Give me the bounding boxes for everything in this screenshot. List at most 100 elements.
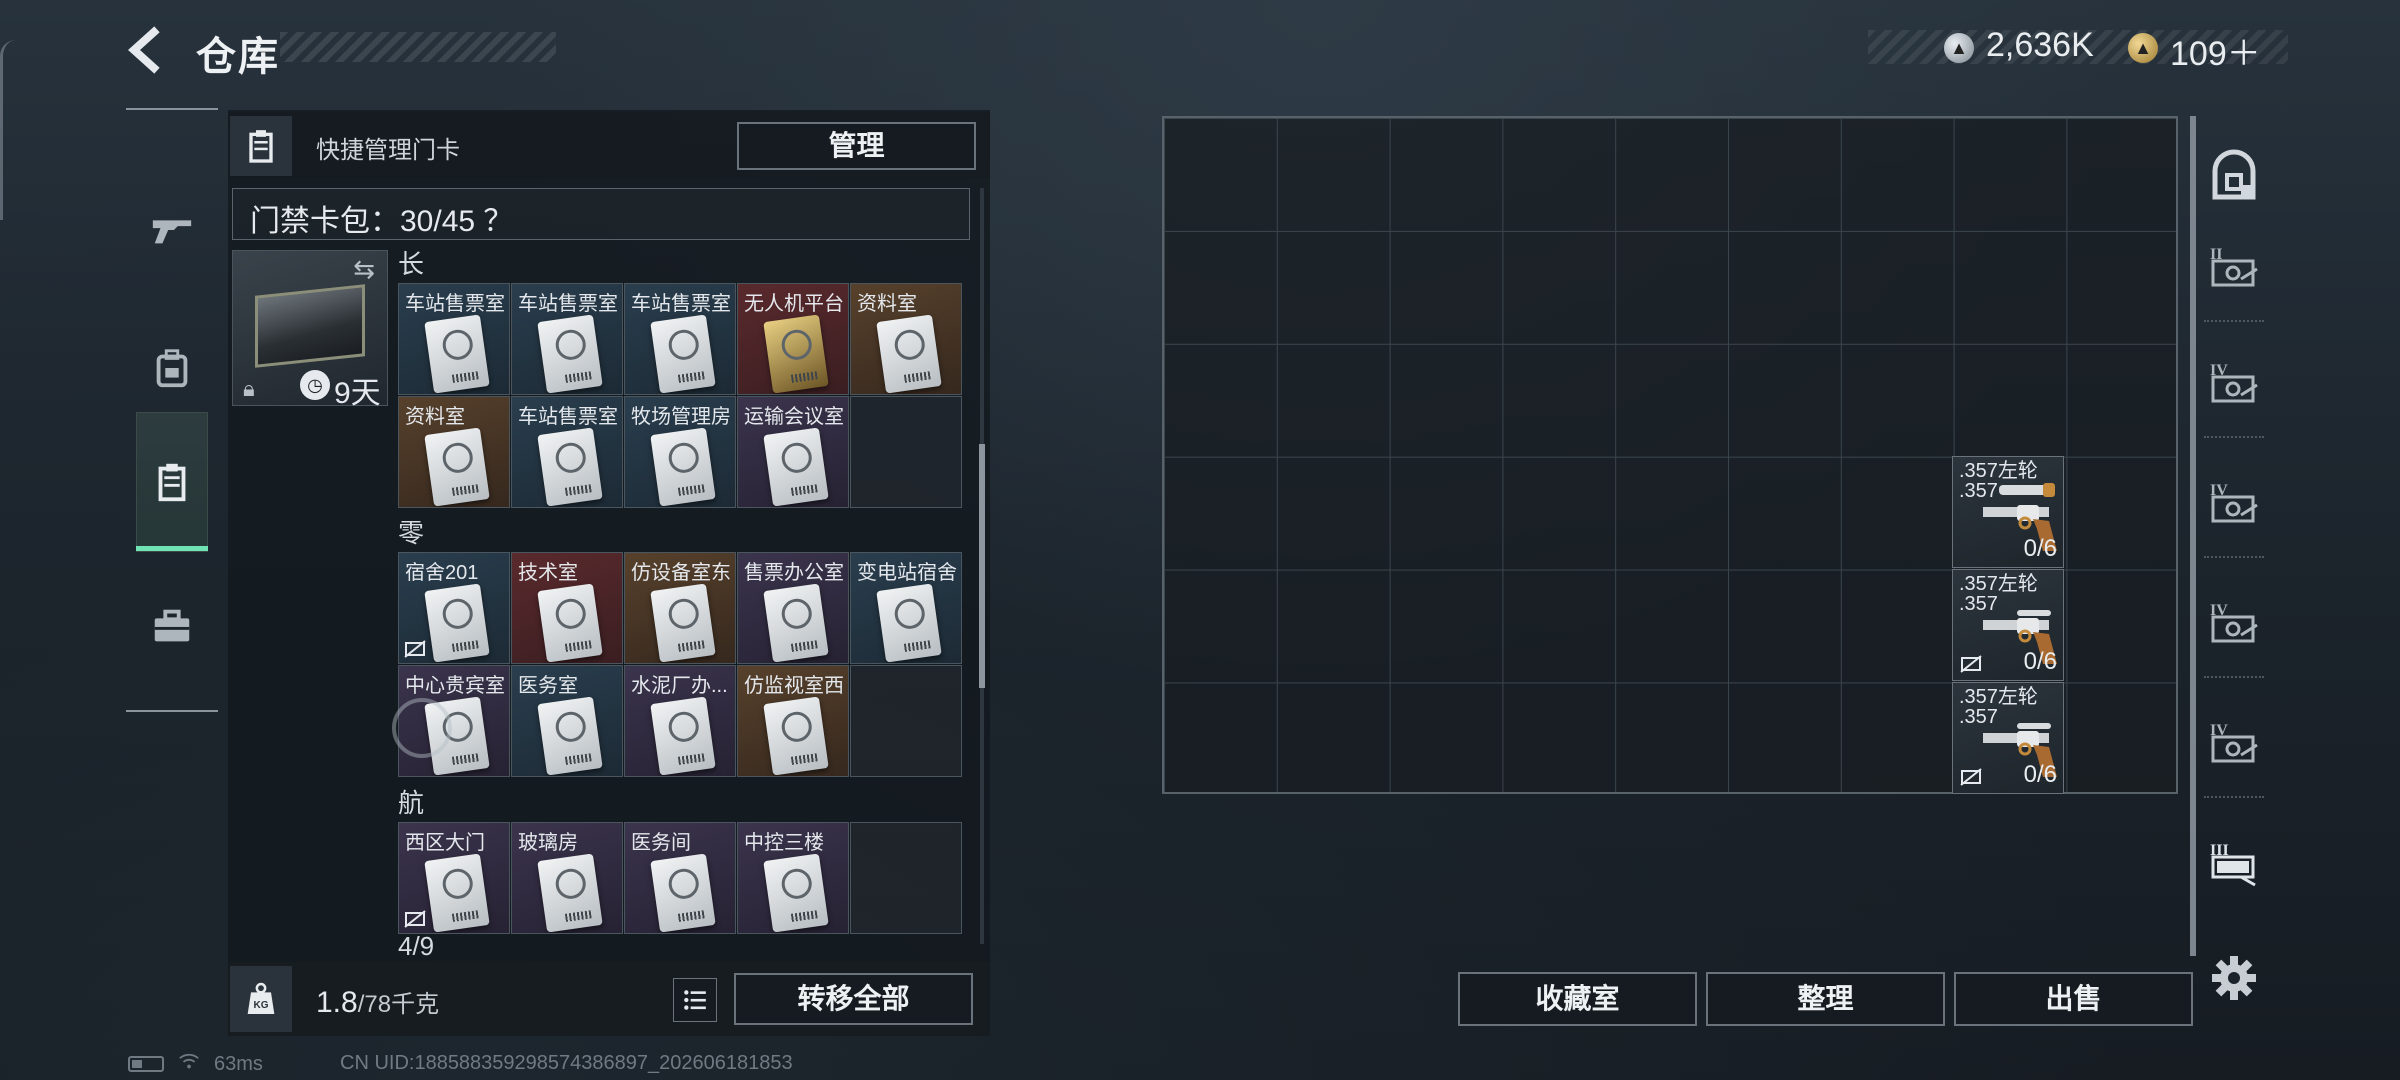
tab-storage-3[interactable]: IV (2198, 462, 2270, 542)
keycard-name: 运输会议室 (744, 406, 844, 428)
no-trade-icon (1960, 655, 1982, 673)
tab-storage-5[interactable]: IV (2198, 702, 2270, 782)
keycard-slot[interactable]: 售票办公室 (737, 552, 849, 664)
keycard-image (650, 427, 716, 507)
carry-weight: 1.8/78千克 (316, 984, 439, 1020)
keycard-image (424, 427, 490, 507)
keycard-image (763, 853, 829, 933)
gold-currency-value[interactable]: 109＋ (2170, 26, 2261, 75)
keycard-slot[interactable]: 医务室 (511, 665, 623, 777)
keycard-slot[interactable]: 运输会议室 (737, 396, 849, 508)
keycard-name: 售票办公室 (744, 562, 844, 584)
no-trade-icon (404, 640, 426, 658)
keycard-image (650, 583, 716, 663)
keycard-slot[interactable]: 车站售票室 (511, 396, 623, 508)
keycard-slot[interactable]: 车站售票室 (511, 283, 623, 395)
keycard-image (763, 314, 829, 394)
stash-scrollbar[interactable] (2190, 116, 2196, 956)
tab-storage-extension[interactable]: III (2198, 822, 2270, 902)
tab-storage-2[interactable]: IV (2198, 342, 2270, 422)
weapon-ammo: .357 (1959, 705, 1998, 728)
battery-icon (128, 1056, 164, 1072)
keycard-image (876, 314, 942, 394)
weapon-ammo: .357 (1959, 480, 1998, 502)
clock-icon: ◷ (300, 370, 330, 400)
keycard-name: 医务间 (631, 832, 691, 854)
keycard-slot[interactable]: 牧场管理房 (624, 396, 736, 508)
card-pack-capacity: 门禁卡包：30/45 ？ (250, 205, 514, 238)
keycard-name: 技术室 (518, 562, 578, 584)
weapon-title: .357左轮 (1959, 460, 2038, 482)
nav-item-keycards[interactable] (126, 414, 218, 550)
keycard-name: 玻璃房 (518, 832, 578, 854)
carry-weight-current: 1.8 (316, 986, 358, 1019)
tab-separator (2204, 556, 2264, 558)
tab-storage-4[interactable]: IV (2198, 582, 2270, 662)
keycard-image (876, 583, 942, 663)
keycard-slot[interactable]: 变电站宿舍 (850, 552, 962, 664)
keycard-slot[interactable]: 宿舍201 (398, 552, 510, 664)
keycard-slot[interactable]: 玻璃房 (511, 822, 623, 934)
back-arrow-icon[interactable] (120, 24, 172, 76)
list-view-button[interactable] (673, 978, 717, 1022)
keycard-image (424, 853, 490, 933)
weapon-name: .357左轮 .357 (1959, 574, 2038, 614)
tab-safe-box[interactable] (2198, 146, 2270, 206)
keycard-slot[interactable]: 仿监视室西 (737, 665, 849, 777)
category-nav (126, 108, 218, 712)
sort-button[interactable]: 整理 (1706, 972, 1945, 1026)
collection-room-button[interactable]: 收藏室 (1458, 972, 1697, 1026)
storage-tier-icon: IV (2210, 482, 2258, 523)
swap-icon[interactable]: ⇆ (348, 254, 380, 286)
keycard-slot[interactable]: 技术室 (511, 552, 623, 664)
keycard-slot[interactable]: 车站售票室 (624, 283, 736, 395)
gear-icon[interactable] (2208, 952, 2260, 1004)
transfer-all-button[interactable]: 转移全部 (734, 973, 973, 1025)
weapon-title: .357左轮 (1959, 572, 2038, 595)
sell-button[interactable]: 出售 (1954, 972, 2193, 1026)
storage-tier-icon: IV (2210, 362, 2258, 403)
status-bar: 63ms (128, 1052, 263, 1076)
keycard-slot[interactable]: 资料室 (850, 283, 962, 395)
keycard-image (537, 853, 603, 933)
keycard-slot[interactable]: 医务间 (624, 822, 736, 934)
keycard-name: 车站售票室 (405, 293, 505, 315)
weapon-item[interactable]: .357左轮 .357 0/6 (1952, 681, 2064, 794)
keycard-name: 仿设备室东 (631, 562, 731, 584)
keycard-name: 水泥厂办... (631, 675, 728, 697)
weapon-item[interactable]: .357左轮 .357 0/6 (1952, 456, 2064, 568)
keycard-slot[interactable]: 中控三楼 (737, 822, 849, 934)
keycard-holder-icon (158, 463, 186, 502)
keycard-slot[interactable]: 仿设备室东 (624, 552, 736, 664)
list-icon (684, 990, 706, 1010)
carry-weight-max: /78千克 (357, 991, 440, 1018)
keycard-image (424, 583, 490, 663)
keycard-name: 变电站宿舍 (857, 562, 957, 584)
weapon-name: .357左轮 .357 (1959, 687, 2038, 727)
keycard-scrollbar-thumb[interactable] (979, 444, 985, 688)
storage-tier-icon: II (2210, 246, 2258, 287)
weapon-ammo-count: 0/6 (2023, 647, 2057, 675)
weapon-name: .357左轮 .357 (1959, 461, 2038, 501)
ping-value: 63ms (214, 1052, 263, 1075)
keycard-name: 牧场管理房 (631, 406, 731, 428)
keycard-slot[interactable]: 水泥厂办... (624, 665, 736, 777)
tab-separator (2204, 676, 2264, 678)
svg-text:KG: KG (254, 1000, 269, 1011)
keycard-slot[interactable]: 车站售票室 (398, 283, 510, 395)
weapon-title: .357左轮 (1959, 685, 2038, 708)
keycard-name: 中控三楼 (744, 832, 824, 854)
empty-keycard-slot (850, 822, 962, 934)
weapon-item[interactable]: .357左轮 .357 0/6 (1952, 568, 2064, 681)
keycard-image (650, 314, 716, 394)
gold-coin-icon: ▲ (2128, 33, 2158, 63)
manage-button[interactable]: 管理 (737, 122, 976, 170)
nav-item-briefcase[interactable] (126, 558, 218, 694)
keycard-slot[interactable]: 西区大门 (398, 822, 510, 934)
keycard-image (763, 583, 829, 663)
tab-storage-1[interactable]: II (2198, 226, 2270, 306)
nav-item-weapons[interactable] (126, 162, 218, 298)
keycard-slot[interactable]: 资料室 (398, 396, 510, 508)
keycard-slot[interactable]: 无人机平台 (737, 283, 849, 395)
page-title: 仓库 (196, 35, 280, 79)
